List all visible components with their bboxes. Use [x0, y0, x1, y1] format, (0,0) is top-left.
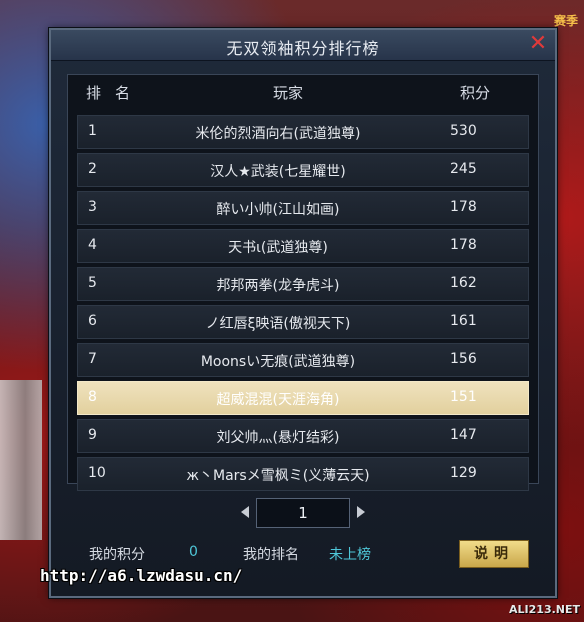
leaderboard-table: 排名 玩家 积分 1 米伦的烈酒向右(武道独尊) 530 2 汉人★武装(七星耀世) 24… [67, 74, 539, 491]
table-row[interactable]: 4 天书ι(武道独尊) 178 [77, 229, 529, 263]
watermark-brand: ALI213.NET [509, 603, 580, 616]
row-rank: 8 [88, 389, 97, 405]
leaderboard-panel: 无双领袖积分排行榜 ✕ 排名 玩家 积分 1 米伦的烈酒向右(武道独尊) 530 2 汉… [49, 28, 557, 598]
panel-title: 无双领袖积分排行榜 [226, 39, 380, 58]
table-row[interactable]: 5 邦邦两拳(龙争虎斗) 162 [77, 267, 529, 301]
row-score: 156 [450, 351, 477, 367]
row-rank: 4 [88, 237, 97, 253]
row-score: 162 [450, 275, 477, 291]
row-rank: 7 [88, 351, 97, 367]
next-page-arrow-icon[interactable] [357, 506, 365, 518]
table-row[interactable]: 6 ノ红唇ξ映语(傲视天下) 161 [77, 305, 529, 339]
row-score: 530 [450, 123, 477, 139]
table-row[interactable]: 9 刘父帅灬(悬灯结彩) 147 [77, 419, 529, 453]
close-button[interactable]: ✕ [527, 33, 549, 55]
row-rank: 6 [88, 313, 97, 329]
row-player-name: 邦邦两拳(龙争虎斗) [216, 278, 340, 294]
row-rank: 10 [88, 465, 106, 481]
row-player-name: Moonsい无痕(武道独尊) [200, 354, 356, 370]
background-stone-pillar [0, 380, 42, 540]
row-score: 161 [450, 313, 477, 329]
row-player-name: ノ红唇ξ映语(傲视天下) [205, 316, 351, 332]
row-score: 245 [450, 161, 477, 177]
my-score-label: 我的积分 [89, 547, 145, 563]
help-button[interactable]: 说明 [459, 540, 529, 568]
table-row[interactable]: 1 米伦的烈酒向右(武道独尊) 530 [77, 115, 529, 149]
table-row[interactable]: 8 超威混混(天涯海角) 151 [77, 381, 529, 415]
row-rank: 3 [88, 199, 97, 215]
table-row[interactable]: 2 汉人★武装(七星耀世) 245 [77, 153, 529, 187]
row-rank: 5 [88, 275, 97, 291]
table-row[interactable]: 10 ж丶Marsメ雪枫ミ(义薄云天) 129 [77, 457, 529, 491]
my-rank-value: 未上榜 [329, 547, 371, 563]
my-score-value: 0 [189, 544, 198, 560]
page-number-box: 1 [256, 498, 350, 528]
table-header: 排名 玩家 积分 [68, 75, 538, 109]
row-rank: 1 [88, 123, 97, 139]
row-player-name: 刘父帅灬(悬灯结彩) [216, 430, 340, 446]
header-player: 玩家 [273, 84, 304, 102]
row-player-name: 汉人★武装(七星耀世) [210, 164, 346, 180]
table-body: 1 米伦的烈酒向右(武道独尊) 530 2 汉人★武装(七星耀世) 245 3 醉い小帅(江山… [77, 115, 529, 495]
row-player-name: ж丶Marsメ雪枫ミ(义薄云天) [186, 468, 370, 484]
row-score: 151 [450, 389, 477, 405]
header-score: 积分 [460, 84, 491, 102]
row-rank: 9 [88, 427, 97, 443]
table-row[interactable]: 7 Moonsい无痕(武道独尊) 156 [77, 343, 529, 377]
watermark-url: http://a6.lzwdasu.cn/ [40, 566, 243, 585]
row-player-name: 醉い小帅(江山如画) [216, 202, 340, 218]
row-player-name: 超威混混(天涯海角) [216, 392, 340, 408]
header-rank: 排名 [86, 84, 145, 102]
row-score: 178 [450, 199, 477, 215]
table-row[interactable]: 3 醉い小帅(江山如画) 178 [77, 191, 529, 225]
background-corner-text: 赛季 [553, 14, 578, 28]
my-rank-label: 我的排名 [243, 547, 299, 563]
prev-page-arrow-icon[interactable] [241, 506, 249, 518]
row-score: 129 [450, 465, 477, 481]
pager: 1 [51, 498, 555, 528]
row-score: 147 [450, 427, 477, 443]
row-score: 178 [450, 237, 477, 253]
row-rank: 2 [88, 161, 97, 177]
title-bar[interactable]: 无双领袖积分排行榜 ✕ [51, 30, 555, 61]
row-player-name: 天书ι(武道独尊) [228, 240, 328, 256]
row-player-name: 米伦的烈酒向右(武道独尊) [195, 126, 361, 142]
